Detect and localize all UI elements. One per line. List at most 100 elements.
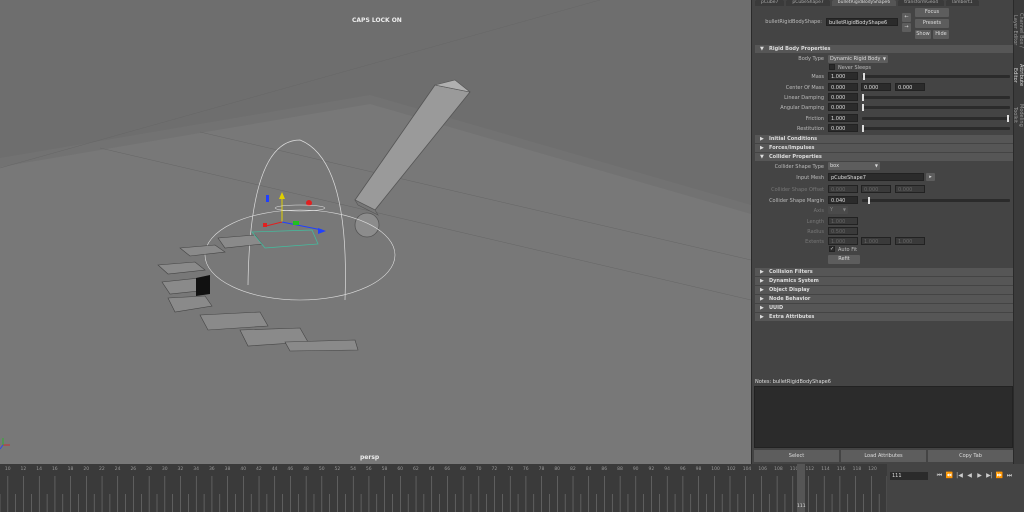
collider-offset-y-field[interactable]: 0.000 <box>861 185 891 193</box>
center-of-mass-y-field[interactable]: 0.000 <box>861 83 891 91</box>
body-type-dropdown[interactable]: Dynamic Rigid Body ▼ <box>828 55 888 63</box>
center-of-mass-x-field[interactable]: 0.000 <box>828 83 858 91</box>
tick-label: 90 <box>632 467 639 472</box>
never-sleeps-checkbox[interactable] <box>829 64 835 70</box>
mass-slider[interactable] <box>862 73 1010 80</box>
chevron-down-icon: ▼ <box>874 163 878 168</box>
tick-label: 64 <box>428 467 435 472</box>
tick-label: 82 <box>570 467 576 472</box>
tick-label: 116 <box>836 467 846 472</box>
linear-damping-label: Linear Damping <box>784 95 824 101</box>
step-back-key-icon[interactable]: ⏪ <box>945 471 954 480</box>
presets-button[interactable]: Presets <box>915 19 949 28</box>
extents-y-field[interactable]: 1.000 <box>861 237 891 245</box>
length-label: Length <box>806 219 824 225</box>
collapsed-arrow-icon: ▶ <box>760 296 764 302</box>
collider-margin-slider-thumb[interactable] <box>868 197 870 204</box>
section-dynamics-system[interactable]: ▶ Dynamics System <box>755 277 1014 285</box>
side-tab-attribute-editor[interactable]: Attribute Editor <box>1012 60 1024 90</box>
node-name-label: bulletRigidBodyShape: <box>765 19 822 25</box>
focus-button[interactable]: Focus <box>915 8 949 17</box>
mass-field[interactable]: 1.000 <box>828 72 858 80</box>
collider-shape-margin-field[interactable]: 0.040 <box>828 196 858 204</box>
tick-label: 54 <box>350 467 356 472</box>
input-mesh-field[interactable]: pCubeShape7 <box>828 173 924 181</box>
step-forward-key-icon[interactable]: ⏩ <box>995 471 1004 480</box>
angular-damping-slider-thumb[interactable] <box>862 104 864 111</box>
play-forward-icon[interactable]: ▶ <box>975 471 984 480</box>
go-to-start-icon[interactable]: ⏮ <box>935 471 944 480</box>
hide-button[interactable]: Hide <box>933 30 949 39</box>
node-tab-pcube7[interactable]: pCube7 <box>755 0 785 6</box>
linear-damping-slider-thumb[interactable] <box>862 94 864 101</box>
go-to-end-icon[interactable]: ⏭ <box>1005 471 1014 480</box>
extents-x-field[interactable]: 1.000 <box>828 237 858 245</box>
linear-damping-slider[interactable] <box>862 94 1010 101</box>
node-name-field[interactable]: bulletRigidBodyShape6 <box>826 18 898 26</box>
friction-field[interactable]: 1.000 <box>828 114 858 122</box>
viewport-3d[interactable]: CAPS LOCK ON persp <box>0 0 751 464</box>
collapsed-arrow-icon: ▶ <box>760 136 764 142</box>
restitution-slider[interactable] <box>862 125 1010 132</box>
tick-label: 88 <box>617 467 623 472</box>
axis-label: Axis <box>813 208 824 214</box>
auto-fit-checkbox[interactable]: ✓ <box>829 246 835 252</box>
section-node-behavior[interactable]: ▶ Node Behavior <box>755 295 1014 303</box>
center-of-mass-z-field[interactable]: 0.000 <box>895 83 925 91</box>
show-button[interactable]: Show <box>915 30 931 39</box>
tick-label: 34 <box>193 467 199 472</box>
play-backward-icon[interactable]: ◀ <box>965 471 974 480</box>
load-attributes-button[interactable]: Load Attributes <box>841 450 926 462</box>
friction-slider-thumb[interactable] <box>1007 115 1009 122</box>
step-forward-frame-icon[interactable]: ▶| <box>985 471 994 480</box>
linear-damping-field[interactable]: 0.000 <box>828 93 858 101</box>
tick-label: 22 <box>99 467 105 472</box>
node-tab-transformgeo4[interactable]: transformGeo4 <box>898 0 945 6</box>
section-rigid-body-properties[interactable]: ▼ Rigid Body Properties <box>755 45 1014 53</box>
radius-field[interactable]: 0.500 <box>828 227 858 235</box>
section-uuid[interactable]: ▶ UUID <box>755 304 1014 312</box>
step-back-frame-icon[interactable]: |◀ <box>955 471 964 480</box>
notes-label: Notes: bulletRigidBodyShape6 <box>755 379 831 385</box>
length-field[interactable]: 1.000 <box>828 217 858 225</box>
refit-button[interactable]: Refit <box>828 255 860 264</box>
input-mesh-link-button[interactable]: ▸ <box>926 173 935 181</box>
time-ruler[interactable]: 10 12 14 16 18 20 22 24 26 28 30 32 34 36 38 40 42 44 46 48… <box>0 464 887 512</box>
current-frame-field[interactable]: 111 <box>890 472 928 480</box>
notes-textarea[interactable] <box>754 386 1013 448</box>
copy-tab-button[interactable]: Copy Tab <box>928 450 1013 462</box>
angular-damping-field[interactable]: 0.000 <box>828 103 858 111</box>
collider-offset-z-field[interactable]: 0.000 <box>895 185 925 193</box>
collider-shape-margin-label: Collider Shape Margin <box>769 198 824 204</box>
angular-damping-label: Angular Damping <box>780 105 824 111</box>
tick-label: 52 <box>334 467 341 472</box>
prev-node-button[interactable]: ← <box>902 13 911 22</box>
extents-z-field[interactable]: 1.000 <box>895 237 925 245</box>
mass-slider-thumb[interactable] <box>863 73 865 80</box>
section-initial-conditions[interactable]: ▶ Initial Conditions <box>755 135 1014 143</box>
restitution-field[interactable]: 0.000 <box>828 124 858 132</box>
friction-slider[interactable] <box>862 115 1010 122</box>
node-tab-lambert1[interactable]: lambert1 <box>946 0 979 6</box>
attribute-editor-buttons: Select Load Attributes Copy Tab <box>754 450 1013 462</box>
collider-shape-type-dropdown[interactable]: box ▼ <box>828 162 880 170</box>
restitution-slider-thumb[interactable] <box>862 125 864 132</box>
collider-margin-slider[interactable] <box>862 197 1010 204</box>
node-tab-pcubeshape7[interactable]: pCubeShape7 <box>786 0 830 6</box>
side-tab-channel-box[interactable]: Channel Box / Layer Editor <box>1012 5 1024 55</box>
section-extra-attributes[interactable]: ▶ Extra Attributes <box>755 313 1014 321</box>
playback-controls: 111 ⏮ ⏪ |◀ ◀ ▶ ▶| ⏩ ⏭ <box>887 464 1024 512</box>
node-tab-bulletrigidbodyshape6[interactable]: bulletRigidBodyShape6 <box>831 0 897 6</box>
section-collision-filters[interactable]: ▶ Collision Filters <box>755 268 1014 276</box>
axis-dropdown[interactable]: Y ▼ <box>828 206 848 214</box>
next-node-button[interactable]: → <box>902 23 911 32</box>
collider-offset-x-field[interactable]: 0.000 <box>828 185 858 193</box>
section-forces-impulses[interactable]: ▶ Forces/Impulses <box>755 144 1014 152</box>
angular-damping-slider[interactable] <box>862 104 1010 111</box>
tick-label: 60 <box>397 467 404 472</box>
section-object-display[interactable]: ▶ Object Display <box>755 286 1014 294</box>
select-button[interactable]: Select <box>754 450 839 462</box>
side-tab-modeling-toolkit[interactable]: Modeling Toolkit <box>1012 95 1024 135</box>
caps-lock-indicator: CAPS LOCK ON <box>352 17 402 24</box>
section-collider-properties[interactable]: ▼ Collider Properties <box>755 153 1014 161</box>
